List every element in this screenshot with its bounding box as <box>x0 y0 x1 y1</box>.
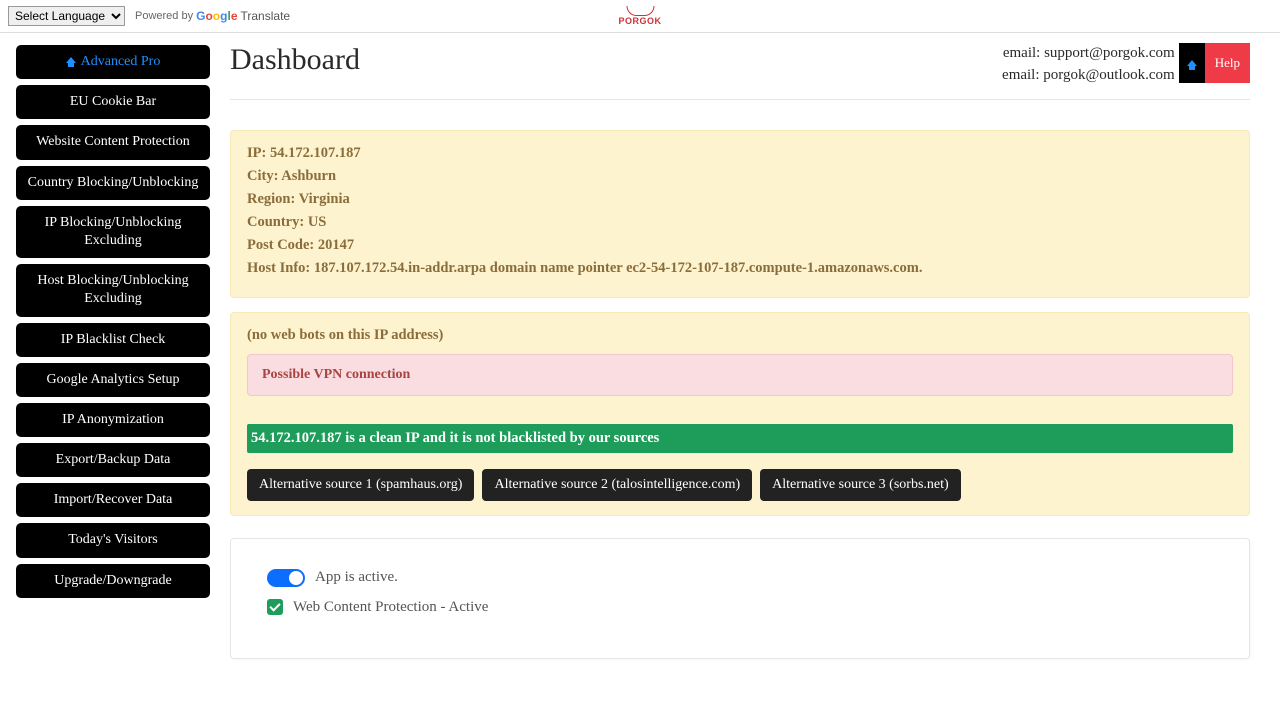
no-bots-label: (no web bots on this IP address) <box>247 327 1233 344</box>
page-title: Dashboard <box>230 43 360 77</box>
sidebar-item-visitors[interactable]: Today's Visitors <box>16 523 210 557</box>
status-card: App is active. Web Content Protection - … <box>230 538 1250 659</box>
email-outlook: email: porgok@outlook.com <box>1002 65 1175 87</box>
app-active-toggle[interactable] <box>267 569 305 587</box>
region-label: Region: <box>247 191 299 207</box>
country-value: US <box>308 214 327 230</box>
sidebar-item-content-protection[interactable]: Website Content Protection <box>16 125 210 159</box>
home-icon <box>1187 60 1197 66</box>
sidebar-item-host-block[interactable]: Host Blocking/Unblocking Excluding <box>16 264 210 316</box>
sidebar-item-export[interactable]: Export/Backup Data <box>16 443 210 477</box>
bots-card: (no web bots on this IP address) Possibl… <box>230 312 1250 516</box>
google-logo: Google <box>196 9 237 23</box>
alt-source-1-button[interactable]: Alternative source 1 (spamhaus.org) <box>247 469 474 501</box>
sidebar-item-country-block[interactable]: Country Blocking/Unblocking <box>16 166 210 200</box>
sidebar-item-upgrade[interactable]: Upgrade/Downgrade <box>16 564 210 598</box>
wcp-label: Web Content Protection - Active <box>293 599 488 616</box>
wcp-checkbox[interactable] <box>267 599 283 615</box>
email-support: email: support@porgok.com <box>1002 43 1175 65</box>
sidebar-item-ip-blacklist[interactable]: IP Blacklist Check <box>16 323 210 357</box>
contact-emails: email: support@porgok.com email: porgok@… <box>1002 43 1175 87</box>
postcode-value: 20147 <box>318 237 354 253</box>
sidebar-item-ga-setup[interactable]: Google Analytics Setup <box>16 363 210 397</box>
region-value: Virginia <box>299 191 350 207</box>
vpn-alert: Possible VPN connection <box>247 354 1233 396</box>
sidebar: Advanced Pro EU Cookie Bar Website Conte… <box>0 33 212 689</box>
hostinfo-label: Host Info: <box>247 260 314 276</box>
app-active-label: App is active. <box>315 569 398 586</box>
sidebar-item-eu-cookie[interactable]: EU Cookie Bar <box>16 85 210 119</box>
city-label: City: <box>247 168 281 184</box>
ip-label: IP: <box>247 145 270 161</box>
hostinfo-value: 187.107.172.54.in-addr.arpa domain name … <box>314 260 923 276</box>
help-button[interactable]: Help <box>1205 43 1250 83</box>
country-label: Country: <box>247 214 308 230</box>
city-value: Ashburn <box>281 168 336 184</box>
sidebar-item-ip-anon[interactable]: IP Anonymization <box>16 403 210 437</box>
powered-by-label: Powered by Google Translate <box>135 9 290 23</box>
clean-ip-banner: 54.172.107.187 is a clean IP and it is n… <box>247 424 1233 453</box>
topbar: Select Language Powered by Google Transl… <box>0 0 1280 33</box>
ip-info-card: IP: 54.172.107.187 City: Ashburn Region:… <box>230 130 1250 298</box>
alt-source-2-button[interactable]: Alternative source 2 (talosintelligence.… <box>482 469 752 501</box>
sidebar-item-import[interactable]: Import/Recover Data <box>16 483 210 517</box>
main-content: Dashboard email: support@porgok.com emai… <box>212 33 1280 689</box>
postcode-label: Post Code: <box>247 237 318 253</box>
home-icon <box>66 57 76 63</box>
alt-source-3-button[interactable]: Alternative source 3 (sorbs.net) <box>760 469 961 501</box>
sidebar-item-ip-block[interactable]: IP Blocking/Unblocking Excluding <box>16 206 210 258</box>
home-button[interactable] <box>1179 43 1205 83</box>
brand-logo: PORGOK <box>618 6 661 26</box>
language-select[interactable]: Select Language <box>8 6 125 26</box>
ip-value: 54.172.107.187 <box>270 145 361 161</box>
sidebar-item-advanced-pro[interactable]: Advanced Pro <box>16 45 210 79</box>
